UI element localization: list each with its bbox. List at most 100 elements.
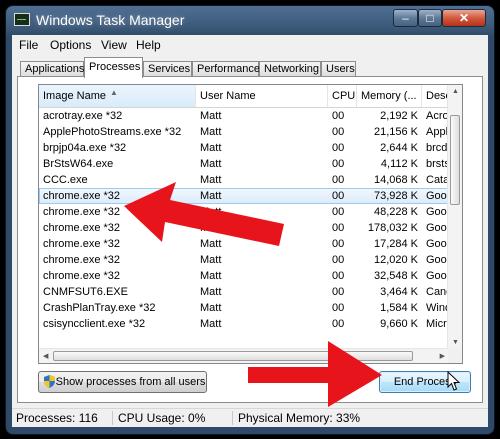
process-description: AcroT	[426, 110, 449, 122]
menu-options[interactable]: Options	[50, 38, 91, 52]
process-image-name: csisyncclient.exe *32	[43, 318, 146, 330]
process-user-name: Matt	[200, 270, 222, 282]
close-button[interactable]: ✕	[442, 9, 486, 27]
status-physical-memory: Physical Memory: 33%	[238, 411, 361, 425]
sort-ascending-icon: ▲	[110, 88, 118, 97]
process-image-name: acrotray.exe *32	[43, 110, 123, 122]
process-user-name: Matt	[200, 286, 222, 298]
process-memory: 21,156 K	[373, 126, 418, 138]
status-cpu-usage: CPU Usage: 0%	[118, 411, 206, 425]
process-user-name: Matt	[200, 110, 222, 122]
process-memory: 4,112 K	[380, 158, 418, 170]
window-title: Windows Task Manager	[36, 12, 185, 28]
maximize-button[interactable]: □	[418, 9, 442, 27]
process-cpu: 00	[332, 222, 345, 234]
process-cpu: 00	[332, 110, 345, 122]
process-cpu: 00	[332, 238, 345, 250]
annotation-arrow-left-icon	[124, 182, 284, 246]
scroll-left-icon[interactable]: ◀	[43, 352, 48, 360]
task-manager-icon	[14, 13, 30, 26]
process-memory: 48,228 K	[373, 206, 418, 218]
process-cpu: 00	[332, 190, 345, 202]
process-image-name: CrashPlanTray.exe *32	[43, 302, 156, 314]
process-description: Apple	[426, 126, 449, 138]
process-image-name: CNMFSUT6.EXE	[43, 286, 128, 298]
process-description: Catal	[426, 174, 449, 186]
tab-services[interactable]: Services	[143, 61, 192, 77]
process-description: Googl	[426, 270, 449, 282]
process-memory: 17,284 K	[373, 238, 418, 250]
minimize-button[interactable]: –	[393, 9, 418, 27]
process-image-name: brpjp04a.exe *32	[43, 142, 127, 154]
process-description: brcdc	[426, 142, 449, 154]
process-cpu: 00	[332, 286, 345, 298]
process-description: Googl	[426, 206, 449, 218]
process-description: Canor	[426, 286, 449, 298]
process-image-name: ApplePhotoStreams.exe *32	[43, 126, 182, 138]
process-cpu: 00	[332, 270, 345, 282]
menu-view[interactable]: View	[101, 38, 127, 52]
process-cpu: 00	[332, 174, 345, 186]
title-bar[interactable]: Windows Task Manager – □ ✕	[6, 6, 494, 34]
process-row[interactable]: BrStsW64.exe Matt 00 4,112 K brstsw	[39, 156, 449, 172]
process-row[interactable]: csisyncclient.exe *32 Matt 00 9,660 K Micros	[39, 316, 449, 332]
process-cpu: 00	[332, 126, 345, 138]
process-user-name: Matt	[200, 158, 222, 170]
process-memory: 1,584 K	[380, 302, 418, 314]
scroll-down-icon[interactable]: ▼	[452, 339, 459, 346]
process-memory: 2,192 K	[380, 110, 418, 122]
scroll-right-icon[interactable]: ▶	[440, 352, 445, 360]
vertical-scroll-thumb[interactable]	[450, 115, 460, 205]
process-cpu: 00	[332, 302, 345, 314]
process-description: brstsw	[426, 158, 449, 170]
tab-applications[interactable]: Applications	[20, 61, 84, 77]
menu-file[interactable]: File	[19, 38, 38, 52]
process-row[interactable]: chrome.exe *32 Matt 00 32,548 K Googl	[39, 268, 449, 284]
process-memory: 3,464 K	[380, 286, 418, 298]
column-user-name[interactable]: User Name	[196, 85, 328, 107]
tab-performance[interactable]: Performance	[192, 61, 260, 77]
process-description: Googl	[426, 190, 449, 202]
status-bar: Processes: 116 CPU Usage: 0% Physical Me…	[12, 408, 488, 427]
process-description: Micros	[426, 318, 449, 330]
process-user-name: Matt	[200, 302, 222, 314]
column-description[interactable]: Descr	[422, 85, 449, 107]
scroll-corner	[448, 349, 462, 363]
process-row[interactable]: ApplePhotoStreams.exe *32 Matt 00 21,156 K A…	[39, 124, 449, 140]
tab-users[interactable]: Users	[321, 61, 356, 77]
scroll-up-icon[interactable]: ▲	[452, 88, 459, 95]
annotation-arrow-right-icon	[248, 341, 382, 407]
horizontal-scrollbar[interactable]: ◀ ▶	[39, 348, 449, 363]
column-image-name[interactable]: Image Name ▲	[39, 85, 196, 107]
process-memory: 178,032 K	[367, 222, 418, 234]
process-cpu: 00	[332, 254, 345, 266]
status-divider	[232, 411, 233, 425]
process-image-name: chrome.exe *32	[43, 270, 121, 282]
process-row[interactable]: CrashPlanTray.exe *32 Matt 00 1,584 K Windo	[39, 300, 449, 316]
vertical-scrollbar[interactable]: ▲ ▼	[447, 85, 462, 349]
process-row[interactable]: CNMFSUT6.EXE Matt 00 3,464 K Canor	[39, 284, 449, 300]
tab-processes[interactable]: Processes	[84, 57, 143, 78]
process-description: Windo	[426, 302, 449, 314]
process-user-name: Matt	[200, 142, 222, 154]
process-cpu: 00	[332, 318, 345, 330]
uac-shield-icon	[44, 375, 55, 388]
column-header-row: Image Name ▲ User Name CPU Memory (... D…	[39, 85, 449, 108]
process-row[interactable]: brpjp04a.exe *32 Matt 00 2,644 K brcdc	[39, 140, 449, 156]
column-memory[interactable]: Memory (...	[357, 85, 422, 107]
show-all-processes-button[interactable]: Show processes from all users	[38, 371, 207, 393]
process-memory: 73,928 K	[373, 190, 418, 202]
process-user-name: Matt	[200, 318, 222, 330]
tab-networking[interactable]: Networking	[259, 61, 321, 77]
process-description: Googl	[426, 238, 449, 250]
mouse-cursor-icon	[447, 371, 461, 391]
process-memory: 14,068 K	[373, 174, 418, 186]
process-cpu: 00	[332, 158, 345, 170]
process-memory: 12,020 K	[373, 254, 418, 266]
menu-bar: File Options View Help	[12, 35, 488, 55]
status-processes: Processes: 116	[16, 411, 98, 425]
menu-help[interactable]: Help	[136, 38, 161, 52]
column-cpu[interactable]: CPU	[328, 85, 357, 107]
process-memory: 2,644 K	[380, 142, 418, 154]
process-row[interactable]: acrotray.exe *32 Matt 00 2,192 K AcroT	[39, 108, 449, 124]
